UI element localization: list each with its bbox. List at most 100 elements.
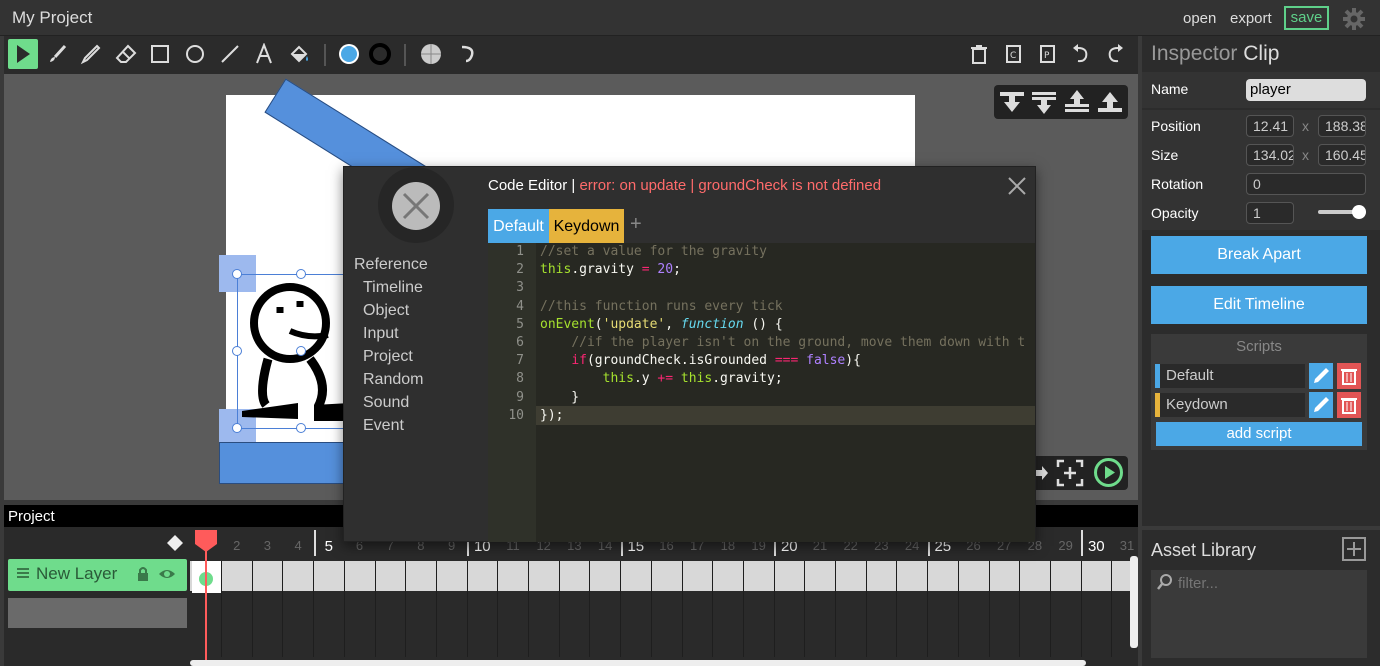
add-script-button[interactable]: add script xyxy=(1156,422,1362,446)
play-icon[interactable] xyxy=(1093,457,1124,488)
code-line[interactable]: this.gravity = 20; xyxy=(540,262,1030,277)
gear-icon[interactable] xyxy=(1342,7,1366,31)
script-item-default[interactable]: Default xyxy=(1155,364,1305,388)
name-label: Name xyxy=(1151,81,1189,97)
asset-filter-input[interactable] xyxy=(1178,572,1358,594)
pencil-tool-icon[interactable] xyxy=(76,39,106,69)
send-to-back-icon[interactable] xyxy=(998,88,1026,116)
code-line[interactable]: //set a value for the gravity xyxy=(540,244,1030,259)
frame-number[interactable]: 2 xyxy=(222,538,252,553)
fill-bucket-tool-icon[interactable] xyxy=(284,39,314,69)
undo-icon[interactable] xyxy=(1066,39,1096,69)
delete-script-trash-icon[interactable] xyxy=(1337,363,1361,389)
tab-keydown[interactable]: Keydown xyxy=(549,209,624,243)
code-line[interactable]: //this function runs every tick xyxy=(540,299,1030,314)
opacity-slider-thumb[interactable] xyxy=(1352,205,1366,219)
empty-layer-slot[interactable] xyxy=(8,598,187,628)
rectangle-tool-icon[interactable] xyxy=(145,39,175,69)
rotation-input[interactable]: 0 xyxy=(1246,173,1366,195)
timeline-vertical-scrollbar[interactable] xyxy=(1130,556,1138,648)
smoothing-icon[interactable] xyxy=(452,39,482,69)
paste-icon[interactable]: P xyxy=(1032,39,1062,69)
name-input[interactable]: player xyxy=(1246,79,1366,101)
ellipse-tool-icon[interactable] xyxy=(180,39,210,69)
position-x-input[interactable]: 12.41 xyxy=(1246,115,1294,137)
eye-icon[interactable] xyxy=(158,567,176,581)
reference-item[interactable]: Project xyxy=(363,348,413,366)
project-title[interactable]: My Project xyxy=(12,8,92,28)
text-tool-icon[interactable] xyxy=(249,39,279,69)
transform-handle[interactable] xyxy=(296,269,306,279)
bring-forward-icon[interactable] xyxy=(1063,88,1091,116)
frame-gridline xyxy=(620,561,622,657)
transform-handle[interactable] xyxy=(232,346,242,356)
transform-handle[interactable] xyxy=(296,423,306,433)
transform-handle[interactable] xyxy=(232,423,242,433)
recenter-icon[interactable] xyxy=(1056,459,1084,487)
break-apart-button[interactable]: Break Apart xyxy=(1151,236,1367,274)
bring-to-front-icon[interactable] xyxy=(1096,88,1124,116)
line-number: 10 xyxy=(508,407,524,423)
line-tool-icon[interactable] xyxy=(215,39,245,69)
reference-item[interactable]: Input xyxy=(363,325,399,343)
ground-platform[interactable] xyxy=(219,442,349,484)
code-line[interactable]: } xyxy=(540,390,1030,405)
delete-script-trash-icon[interactable] xyxy=(1337,392,1361,418)
code-line[interactable]: if(groundCheck.isGrounded === false){ xyxy=(540,353,1030,368)
drag-handle-icon[interactable] xyxy=(16,566,30,580)
redo-icon[interactable] xyxy=(1100,39,1130,69)
stroke-color-icon[interactable] xyxy=(365,39,395,69)
save-button[interactable]: save xyxy=(1284,6,1329,30)
edit-timeline-button[interactable]: Edit Timeline xyxy=(1151,286,1367,324)
transform-pivot[interactable] xyxy=(296,346,306,356)
layer-name[interactable]: New Layer xyxy=(36,564,117,584)
edit-script-pencil-icon[interactable] xyxy=(1309,363,1333,389)
frame-number[interactable]: 5 xyxy=(314,538,344,555)
fill-color-icon[interactable] xyxy=(334,39,364,69)
keyframe-diamond-icon[interactable] xyxy=(166,534,184,552)
transform-handle[interactable] xyxy=(232,269,242,279)
code-line[interactable]: }); xyxy=(540,408,1030,423)
size-height-input[interactable]: 160.45 xyxy=(1318,144,1366,166)
reference-title[interactable]: Reference xyxy=(354,256,428,274)
frame-number[interactable]: 29 xyxy=(1051,538,1081,553)
delete-icon[interactable] xyxy=(964,39,994,69)
size-width-input[interactable]: 134.02 xyxy=(1246,144,1294,166)
eraser-tool-icon[interactable] xyxy=(111,39,141,69)
frame-gridline xyxy=(497,561,499,657)
reference-item[interactable]: Event xyxy=(363,417,404,435)
frame-number[interactable]: 31 xyxy=(1112,538,1142,553)
frame-number[interactable]: 30 xyxy=(1081,538,1111,555)
code-line[interactable]: //if the player isn't on the ground, mov… xyxy=(540,335,1030,350)
timeline-horizontal-scrollbar[interactable] xyxy=(190,660,1086,666)
close-icon[interactable] xyxy=(1006,175,1028,197)
frame-number[interactable]: 4 xyxy=(283,538,313,553)
code-line[interactable]: onEvent('update', function () { xyxy=(540,317,1030,332)
opacity-input[interactable]: 1 xyxy=(1246,202,1294,224)
open-link[interactable]: open xyxy=(1183,10,1216,27)
add-tab-button[interactable]: + xyxy=(630,213,642,236)
copy-icon[interactable]: C xyxy=(998,39,1028,69)
position-y-input[interactable]: 188.38 xyxy=(1318,115,1366,137)
brush-size-icon[interactable] xyxy=(416,39,446,69)
frame-gridline xyxy=(435,561,437,657)
lock-icon[interactable] xyxy=(136,566,150,582)
export-link[interactable]: export xyxy=(1230,10,1272,27)
add-asset-icon[interactable] xyxy=(1342,537,1366,561)
send-backward-icon[interactable] xyxy=(1030,88,1058,116)
cursor-tool-icon[interactable] xyxy=(8,39,38,69)
edit-script-pencil-icon[interactable] xyxy=(1309,392,1333,418)
reference-item[interactable]: Object xyxy=(363,302,409,320)
tab-default[interactable]: Default xyxy=(488,209,549,243)
position-label: Position xyxy=(1151,118,1201,134)
brush-tool-icon[interactable] xyxy=(42,39,72,69)
playhead-handle-icon[interactable] xyxy=(195,530,217,552)
reference-item[interactable]: Random xyxy=(363,371,423,389)
script-item-keydown[interactable]: Keydown xyxy=(1155,393,1305,417)
code-line[interactable]: this.y += this.gravity; xyxy=(540,371,1030,386)
reference-item[interactable]: Timeline xyxy=(363,279,423,297)
reference-item[interactable]: Sound xyxy=(363,394,409,412)
close-x-icon[interactable] xyxy=(391,181,441,231)
toolbar-divider xyxy=(324,44,326,66)
frame-number[interactable]: 3 xyxy=(252,538,282,553)
